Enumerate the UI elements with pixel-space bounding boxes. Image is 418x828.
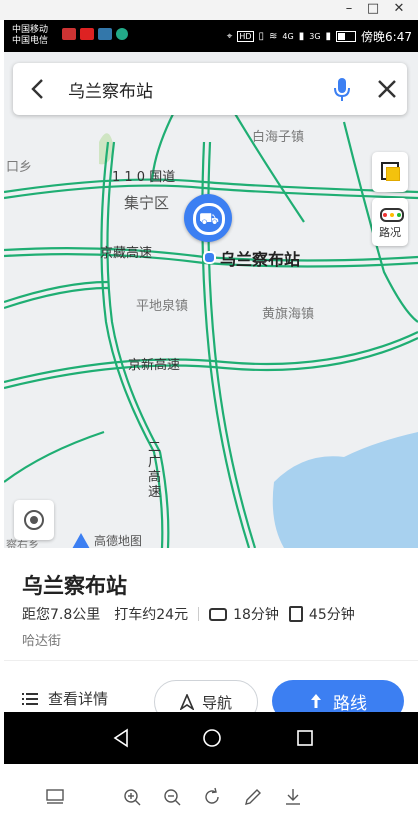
bus-icon xyxy=(288,606,303,622)
map-roads xyxy=(4,111,418,548)
viewer-toolbar xyxy=(0,764,418,828)
android-nav-bar xyxy=(4,712,418,764)
brand-text: 高德地图 xyxy=(94,534,143,548)
map-label-station: 乌兰察布站 xyxy=(220,250,301,269)
app-icon xyxy=(116,28,128,40)
amap-logo-icon xyxy=(72,532,90,548)
huawei-icon xyxy=(80,28,94,40)
close-window-button[interactable]: ✕ xyxy=(388,1,410,16)
navigate-arrow-icon xyxy=(179,694,194,710)
traffic-button[interactable]: 路况 xyxy=(372,198,408,246)
poi-address: 哈达街 xyxy=(22,634,62,649)
lake xyxy=(272,432,418,548)
route-arrow-icon xyxy=(311,694,321,708)
navigate-label: 导航 xyxy=(201,693,232,712)
zoom-out-icon[interactable] xyxy=(161,786,183,808)
poi-title: 乌兰察布站 xyxy=(22,574,127,598)
car-icon xyxy=(209,607,228,621)
brand-logo: 高德地图 xyxy=(72,532,142,548)
carrier-label-2: 中国电信 xyxy=(12,36,49,46)
map-label-xiang: 口乡 xyxy=(6,160,33,175)
poi-info-row: 距您7.8公里 打车约24元 18分钟 45分钟 xyxy=(22,604,355,624)
minimize-button[interactable]: – xyxy=(338,1,360,16)
home-nav-icon[interactable] xyxy=(202,728,222,748)
edit-icon[interactable] xyxy=(242,786,264,808)
search-bar[interactable]: 乌兰察布站 xyxy=(13,63,407,115)
locate-icon-dot xyxy=(30,516,38,524)
map-view[interactable]: 1 1 0 国道 集宁区 京藏高速 平地泉镇 黄旗海镇 京新高速 二广高速 白海… xyxy=(4,52,418,548)
signal-bars-icon: ▮ xyxy=(298,31,305,42)
maximize-button[interactable]: □ xyxy=(362,1,384,16)
status-bar: 中国移动 中国电信 ⌖ HD ▯ ≋ 4G ▮ 3G ▮ 傍晚6:47 xyxy=(4,20,418,52)
sheet-divider xyxy=(4,660,418,661)
map-label-jingxin: 京新高速 xyxy=(128,358,181,373)
map-label-pingdiquan: 平地泉镇 xyxy=(136,299,189,314)
map-label-road-110: 1 1 0 国道 xyxy=(112,170,176,185)
map-label-jining: 集宁区 xyxy=(124,194,170,212)
map-label-baihaizi: 白海子镇 xyxy=(252,130,305,145)
train-icon: ⛟ xyxy=(193,203,225,235)
microphone-icon[interactable] xyxy=(331,75,353,103)
window-title-bar: – □ ✕ xyxy=(0,0,418,20)
signal-3g: 3G xyxy=(309,32,321,41)
zoom-in-icon[interactable] xyxy=(121,786,143,808)
locate-button[interactable] xyxy=(14,500,54,540)
station-marker[interactable]: ⛟ xyxy=(184,194,232,242)
app-icons xyxy=(62,28,128,40)
map-label-huangqihai: 黄旗海镇 xyxy=(262,307,315,322)
details-label: 查看详情 xyxy=(48,690,109,708)
phone-screen: 中国移动 中国电信 ⌖ HD ▯ ≋ 4G ▮ 3G ▮ 傍晚6:47 1 1 … xyxy=(4,20,418,760)
back-icon[interactable] xyxy=(25,75,51,103)
distance-text: 距您7.8公里 xyxy=(22,607,101,623)
clock: 傍晚6:47 xyxy=(361,30,412,44)
layers-button[interactable] xyxy=(372,152,408,192)
list-icon xyxy=(22,692,38,705)
play-icon xyxy=(98,28,112,40)
signal-4g: 4G xyxy=(282,32,294,41)
route-label: 路线 xyxy=(333,693,367,714)
bus-time: 45分钟 xyxy=(308,607,355,623)
thumbnail-icon[interactable] xyxy=(44,786,66,808)
back-nav-icon[interactable] xyxy=(112,728,130,748)
details-button[interactable]: 查看详情 xyxy=(22,688,108,709)
download-icon[interactable] xyxy=(282,786,304,808)
taxi-text: 打车约24元 xyxy=(114,607,189,623)
map-label-jingzang: 京藏高速 xyxy=(100,246,153,261)
wifi-icon: ≋ xyxy=(269,31,278,42)
drive-time: 18分钟 xyxy=(233,607,279,623)
health-icon xyxy=(62,28,76,40)
search-query[interactable]: 乌兰察布站 xyxy=(68,77,153,102)
close-icon[interactable] xyxy=(373,75,401,103)
location-icon: ⌖ xyxy=(226,31,233,42)
carrier-label-1: 中国移动 xyxy=(12,25,49,35)
battery-icon xyxy=(336,31,357,42)
status-icons: ⌖ HD ▯ ≋ 4G ▮ 3G ▮ 傍晚6:47 xyxy=(227,28,412,45)
map-label-erguang: 二广高速 xyxy=(148,440,162,500)
location-dot xyxy=(203,251,216,264)
recents-nav-icon[interactable] xyxy=(296,729,314,747)
rotate-icon[interactable] xyxy=(201,786,223,808)
vibrate-icon: ▯ xyxy=(258,31,265,42)
hd-icon: HD xyxy=(237,31,254,42)
signal-bars-icon-2: ▮ xyxy=(325,31,332,42)
traffic-label: 路况 xyxy=(379,226,401,239)
traffic-light-icon xyxy=(380,208,404,222)
layers-icon-front xyxy=(386,167,400,181)
